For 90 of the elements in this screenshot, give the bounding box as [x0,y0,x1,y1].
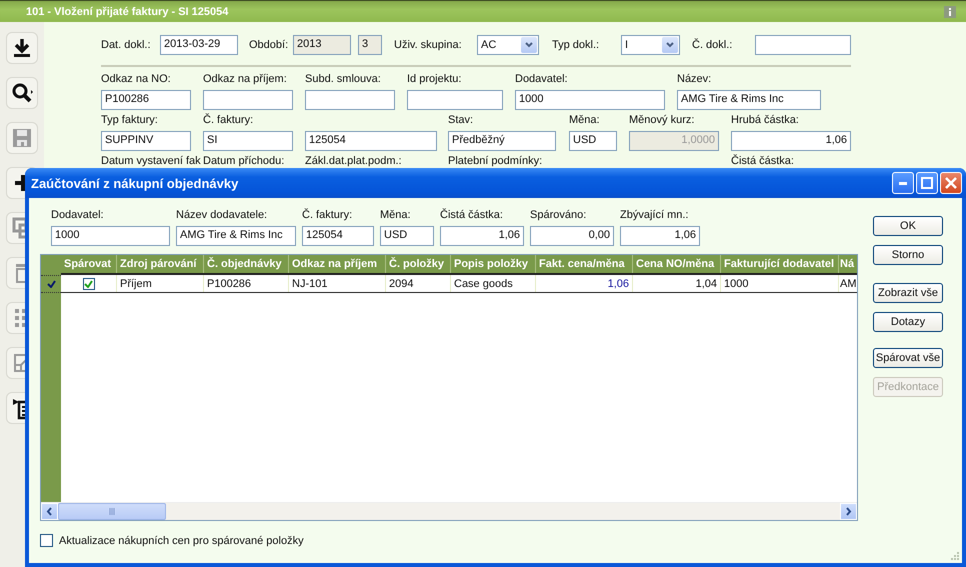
search-icon [10,81,34,105]
field-label: Dodavatel: [51,209,105,222]
input-field[interactable]: 0,00 [530,226,614,246]
scroll-left-button[interactable] [41,503,58,520]
field-label: Platební podmínky: [448,155,544,168]
scrollbar-thumb[interactable] [58,503,166,520]
dialog-button[interactable]: OK [873,216,943,236]
resize-grip-icon[interactable] [950,551,960,561]
table-cell: 1,04 [633,275,721,292]
input-field[interactable] [755,35,851,55]
info-icon[interactable] [944,6,956,18]
field-label: Id projektu: [407,73,462,86]
minimize-icon [899,182,907,184]
save-icon [10,126,34,150]
field-label: Spárováno: [530,209,588,222]
field-label: Stav: [448,114,474,127]
input-field[interactable]: USD [380,226,434,246]
table-cell: Case goods [451,275,536,292]
dropdown[interactable]: I [621,35,680,55]
close-icon [945,177,957,189]
field-label: Datum příchodu: [203,155,286,168]
field-label: Čistá částka: [731,155,795,168]
field-label: Čistá částka: [440,209,504,222]
toolbar-button[interactable] [6,77,38,109]
dialog-button[interactable]: Zobrazit vše [873,283,943,303]
field-label: Odkaz na NO: [101,73,172,86]
table-cell: Příjem [117,275,204,292]
table-cell[interactable]: 1,06 [536,275,633,292]
field-label: Období: [249,39,289,51]
table-cell: AM [839,275,857,292]
dropdown[interactable]: AC [477,35,539,55]
field-label: Název dodavatele: [176,209,268,222]
dialog-button[interactable]: Storno [873,245,943,265]
input-field[interactable]: 1,06 [440,226,524,246]
input-field[interactable]: 2013-03-29 [160,35,238,55]
checkbox[interactable] [82,278,94,290]
field-label: Subd. smlouva: [305,73,382,86]
field-label: Dodavatel: [515,73,569,86]
field-label: Č. faktury: [203,114,254,127]
input-field[interactable]: 1000 [51,226,170,246]
input-field[interactable]: 1,06 [731,131,851,151]
maximize-button[interactable] [916,172,938,194]
input-field[interactable]: AMG Tire & Rims Inc [677,90,821,110]
document-icon [11,396,25,420]
dialog-button[interactable]: Dotazy [873,312,943,332]
table-cell: P100286 [204,275,289,292]
field-label: Měna: [569,114,601,127]
field-label: Č. dokl.: [692,39,734,51]
input-field[interactable]: Předběžný [448,131,556,151]
input-field[interactable]: AMG Tire & Rims Inc [176,226,296,246]
toolbar-button[interactable] [6,32,38,64]
field-label: Dat. dokl.: [101,39,152,51]
table-cell: NJ-101 [289,275,386,292]
dialog-title: Zaúčtování z nákupní objednávky [31,176,238,190]
field-label: Odkaz na příjem: [203,73,288,86]
checkbox-label: Aktualizace nákupních cen pro spárované položky [59,534,304,546]
maximize-icon [921,177,933,189]
row-selector-check-icon[interactable] [46,280,56,288]
export-icon [11,351,25,375]
field-label: Č. faktury: [302,209,354,222]
minimize-button[interactable] [892,172,914,194]
input-field[interactable]: P100286 [101,90,191,110]
field-label: Měna: [380,209,412,222]
scroll-right-button[interactable] [840,503,857,520]
input-field[interactable] [203,90,293,110]
input-field[interactable] [407,90,503,110]
table-cell: 2094 [386,275,451,292]
window-title: 101 - Vložení přijaté faktury - SI 125054 [26,6,228,18]
input-field[interactable]: 1,06 [620,226,700,246]
field-label: Typ dokl.: [552,39,600,51]
input-field[interactable]: 125054 [302,226,374,246]
field-label: Měnový kurz: [629,114,696,127]
copy-icon [11,216,25,240]
field-label: Hrubá částka: [731,114,800,127]
input-field[interactable]: 125054 [305,131,437,151]
dialog-button[interactable]: Spárovat vše [873,348,943,368]
field-label: Datum vystavení fak [101,155,201,168]
field-label: Zákl.dat.plat.podm.: [305,155,403,168]
field-label: Zbývající mn.: [620,209,690,222]
input-field[interactable]: SUPPINV [101,131,191,151]
field-label: Typ faktury: [101,114,159,127]
field-label: Název: [677,73,712,86]
input-field[interactable]: SI [203,131,293,151]
close-button[interactable] [940,172,962,194]
table-cell: 1000 [721,275,839,292]
checkbox[interactable] [40,534,53,547]
input-field[interactable]: USD [569,131,617,151]
field-label: Uživ. skupina: [394,39,463,51]
input-field[interactable] [305,90,395,110]
input-field[interactable]: 1000 [515,90,665,110]
